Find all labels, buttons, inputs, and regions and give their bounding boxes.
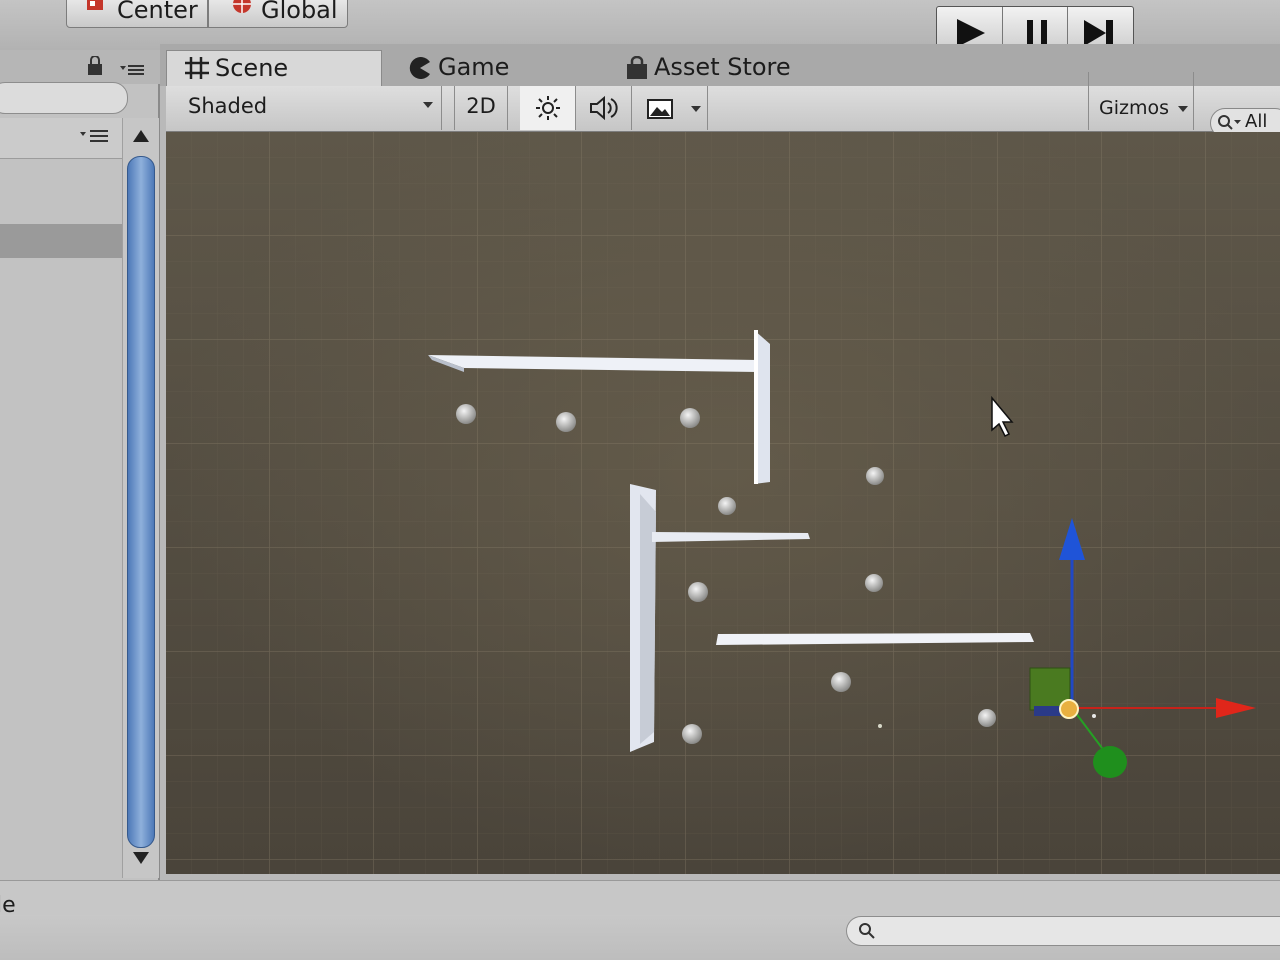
sphere[interactable] bbox=[456, 404, 476, 424]
sphere[interactable] bbox=[831, 672, 851, 692]
globe-icon bbox=[231, 0, 251, 13]
status-text: le bbox=[0, 893, 16, 918]
hierarchy-menu-icon[interactable] bbox=[78, 126, 118, 146]
pivot-icon bbox=[85, 0, 103, 11]
space-global-button[interactable]: Global bbox=[208, 0, 348, 28]
sphere[interactable] bbox=[688, 582, 708, 602]
sphere[interactable] bbox=[556, 412, 576, 432]
project-search-input[interactable] bbox=[846, 916, 1280, 946]
search-icon bbox=[859, 923, 875, 939]
scroll-up-icon[interactable] bbox=[131, 128, 151, 144]
scene-canvas[interactable] bbox=[166, 132, 1280, 874]
search-icon bbox=[1218, 115, 1241, 130]
sun-icon bbox=[536, 96, 560, 120]
scene-search-text: All bbox=[1245, 111, 1268, 132]
scroll-down-icon[interactable] bbox=[131, 850, 151, 866]
effects-dropdown[interactable] bbox=[632, 86, 708, 130]
lock-icon[interactable] bbox=[86, 56, 152, 78]
chevron-down-icon bbox=[691, 106, 701, 112]
sphere[interactable] bbox=[865, 574, 883, 592]
speaker-icon bbox=[590, 95, 618, 121]
tab-scene-label: Scene bbox=[215, 54, 289, 82]
hierarchy-scrollbar[interactable] bbox=[122, 118, 159, 878]
tab-game-label: Game bbox=[438, 53, 510, 81]
hierarchy-panel bbox=[0, 50, 160, 880]
mode-2d-label: 2D bbox=[466, 94, 496, 118]
gizmos-dropdown[interactable]: Gizmos bbox=[1088, 72, 1194, 130]
hierarchy-selected-row[interactable] bbox=[0, 224, 122, 258]
scrollbar-thumb[interactable] bbox=[127, 156, 155, 848]
wall-vertical-right-face bbox=[754, 330, 758, 484]
sphere[interactable] bbox=[682, 724, 702, 744]
gizmos-label: Gizmos bbox=[1099, 97, 1170, 119]
pivot-label: Center bbox=[117, 0, 198, 24]
sphere[interactable] bbox=[718, 497, 736, 515]
mode-2d-toggle[interactable]: 2D bbox=[454, 86, 508, 130]
lighting-toggle[interactable] bbox=[520, 86, 576, 130]
pivot-center-button[interactable]: Center bbox=[66, 0, 208, 28]
sphere[interactable] bbox=[978, 709, 996, 727]
chevron-down-icon bbox=[1178, 106, 1188, 112]
draw-mode-value: Shaded bbox=[188, 94, 268, 118]
image-icon bbox=[647, 99, 673, 119]
status-row: le bbox=[0, 880, 1280, 918]
tab-asset-store-label: Asset Store bbox=[654, 53, 791, 81]
chevron-down-icon bbox=[423, 102, 433, 108]
space-label: Global bbox=[261, 0, 338, 24]
gizmo-center[interactable] bbox=[1059, 699, 1079, 719]
hierarchy-search-input[interactable] bbox=[0, 82, 128, 114]
tab-asset-store[interactable]: Asset Store bbox=[624, 50, 824, 86]
wall-vertical-left-side bbox=[640, 494, 656, 744]
grid-icon bbox=[185, 57, 209, 79]
gizmo-z-arrow[interactable] bbox=[1093, 746, 1127, 778]
pacman-icon bbox=[409, 57, 430, 79]
tab-scene[interactable]: Scene bbox=[166, 50, 382, 86]
bag-icon bbox=[627, 56, 647, 79]
audio-toggle[interactable] bbox=[576, 86, 632, 130]
gizmo-marker bbox=[1092, 714, 1096, 718]
draw-mode-dropdown[interactable]: Shaded bbox=[166, 86, 442, 130]
sphere[interactable] bbox=[680, 408, 700, 428]
scene-point bbox=[878, 724, 882, 728]
sphere[interactable] bbox=[866, 467, 884, 485]
scene-viewport[interactable] bbox=[166, 132, 1280, 874]
scene-toolbar: Shaded 2D Gizmos All bbox=[166, 72, 1280, 138]
tab-game[interactable]: Game bbox=[408, 50, 558, 86]
